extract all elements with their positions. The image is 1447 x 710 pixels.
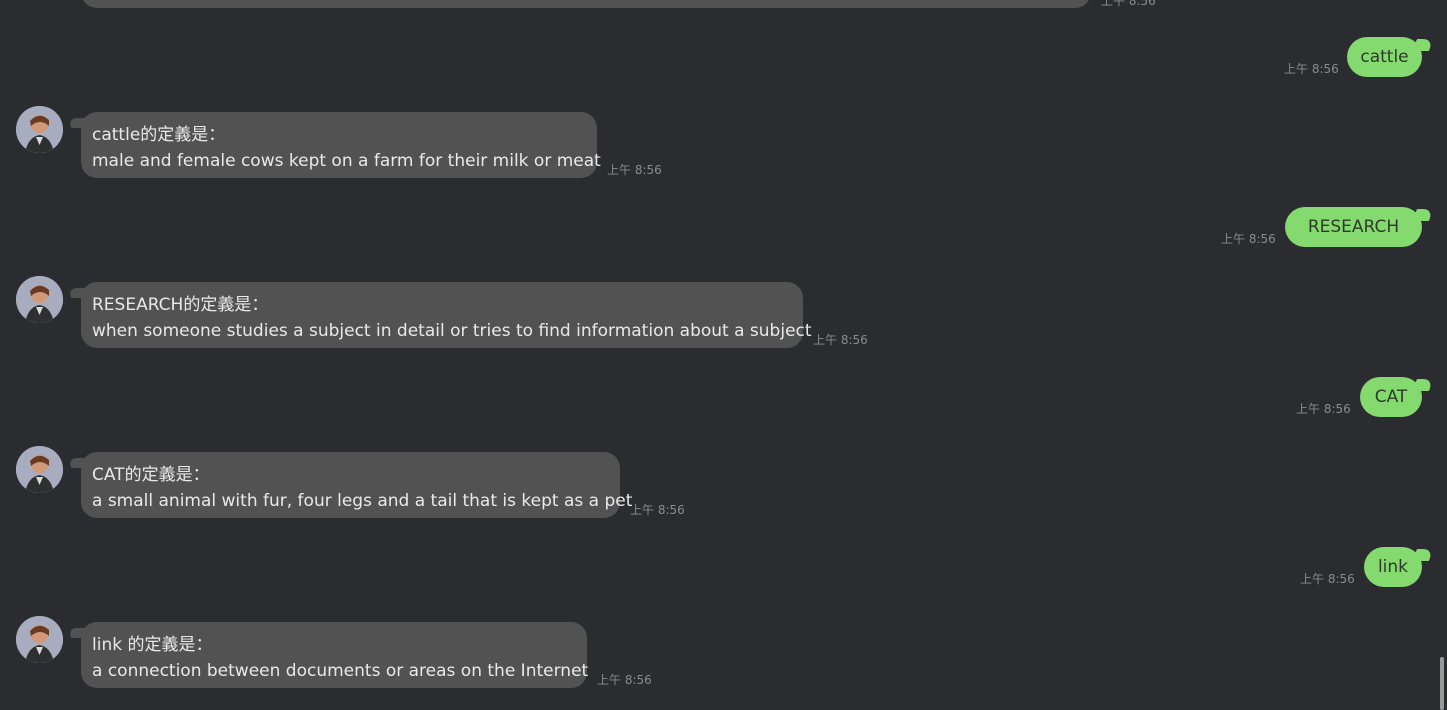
message-timestamp: 上午 8:56	[1221, 232, 1276, 246]
message-timestamp: 上午 8:56	[1300, 572, 1355, 586]
outgoing-message-bubble[interactable]: CAT	[1360, 377, 1422, 417]
outgoing-message-text: link	[1377, 557, 1409, 577]
avatar[interactable]	[16, 106, 63, 153]
message-text: a connection between documents or areas …	[92, 661, 589, 681]
avatar[interactable]	[16, 276, 63, 323]
message-heading: link 的定義是：	[92, 635, 213, 655]
message-timestamp: 上午 8:56	[630, 503, 685, 517]
message-timestamp: 上午 8:56	[607, 163, 662, 177]
message-text: male and female cows kept on a farm for …	[92, 151, 601, 171]
incoming-message-bubble[interactable]: RESEARCH的定義是： when someone studies a sub…	[81, 282, 812, 348]
vertical-scrollbar[interactable]	[1437, 0, 1447, 710]
message-timestamp: 上午 8:56	[1296, 402, 1351, 416]
message-timestamp: 上午 8:56	[813, 333, 868, 347]
avatar[interactable]	[16, 616, 63, 663]
incoming-message-bubble[interactable]: cattle的定義是： male and female cows kept on…	[81, 112, 601, 178]
message-timestamp: 上午 8:56	[597, 673, 652, 687]
outgoing-message-text: RESEARCH	[1307, 217, 1400, 237]
message-timestamp: 上午 8:56	[1101, 0, 1156, 8]
scrollbar-thumb[interactable]	[1440, 657, 1444, 710]
avatar[interactable]	[16, 446, 63, 493]
outgoing-message-bubble[interactable]: link	[1364, 547, 1422, 587]
outgoing-message-bubble[interactable]: cattle	[1347, 37, 1422, 77]
message-bubble-partial[interactable]	[81, 0, 1091, 8]
message-timestamp: 上午 8:56	[1284, 62, 1339, 76]
outgoing-message-text: cattle	[1360, 47, 1409, 67]
outgoing-message-bubble[interactable]: RESEARCH	[1285, 207, 1422, 247]
message-heading: CAT的定義是：	[92, 465, 210, 485]
message-text: a small animal with fur, four legs and a…	[92, 491, 633, 511]
message-heading: cattle的定義是：	[92, 125, 226, 145]
chat-window: 上午 8:56 上午 8:56 cattle cattle的定義是： male …	[0, 0, 1447, 710]
incoming-message-bubble[interactable]: CAT的定義是： a small animal with fur, four l…	[81, 452, 633, 518]
message-heading: RESEARCH的定義是：	[92, 295, 269, 315]
message-text: when someone studies a subject in detail…	[92, 321, 812, 341]
incoming-message-bubble[interactable]: link 的定義是： a connection between document…	[81, 622, 589, 688]
outgoing-message-text: CAT	[1374, 387, 1408, 407]
